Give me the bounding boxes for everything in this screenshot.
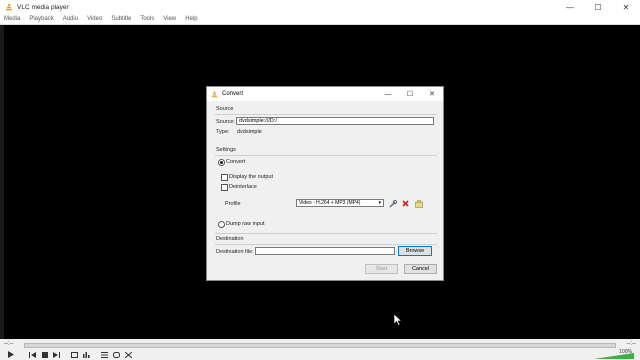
next-button[interactable] [52,350,61,359]
dialog-titlebar: Convert — ☐ ✕ [207,87,443,101]
deinterlace-label: Deinterlace [229,184,257,190]
play-button[interactable] [6,350,15,359]
time-total: --:-- [626,341,636,347]
loop-icon [113,351,120,358]
fullscreen-icon [71,351,78,358]
destination-separator [215,244,437,245]
maximize-button[interactable]: ☐ [584,0,612,14]
start-button[interactable]: Start [365,264,398,274]
destination-top-separator [215,233,437,234]
delete-profile-button[interactable] [401,199,410,208]
menu-tools[interactable]: Tools [136,16,159,22]
app-title: VLC media player [17,3,69,11]
menu-playback[interactable]: Playback [25,16,58,22]
deinterlace-checkbox[interactable] [221,184,228,191]
dialog-minimize-button[interactable]: — [377,87,399,101]
play-icon [8,351,14,358]
profile-select[interactable]: Video - H.264 + MP3 (MP4) ▾ [296,199,384,207]
destination-section-label: Destination [216,236,244,242]
volume-fill [594,353,634,359]
dump-raw-radio[interactable] [218,221,225,228]
type-value: dvdsimple [237,129,262,135]
time-elapsed: --:-- [4,341,14,347]
destination-file-label: Destination file: [216,249,254,255]
seek-bar-row: --:-- --:-- [0,339,640,349]
type-label: Type: [216,129,230,135]
convert-radio-label: Convert [226,159,246,165]
dump-raw-label: Dump raw input [226,221,265,227]
menu-view[interactable]: View [159,16,181,22]
menu-bar: Media Playback Audio Video Subtitle Tool… [0,14,640,25]
menu-subtitle[interactable]: Subtitle [107,16,136,22]
convert-dialog: Convert — ☐ ✕ Source Source: dvdsimple:/… [206,86,444,281]
vlc-cone-icon [211,90,218,97]
previous-button[interactable] [28,350,37,359]
delete-icon [402,200,409,207]
playlist-icon [101,351,108,358]
profile-select-value: Video - H.264 + MP3 (MP4) [299,200,361,206]
source-field[interactable]: dvdsimple:///D:/ [236,117,434,125]
settings-separator [215,155,437,156]
wrench-icon [389,199,397,207]
menu-media[interactable]: Media [0,16,25,22]
mouse-cursor-icon [394,314,402,326]
shuffle-icon [125,351,132,358]
stop-icon [41,351,48,358]
menu-audio[interactable]: Audio [59,16,83,22]
new-profile-button[interactable] [414,199,423,208]
shuffle-button[interactable] [124,350,133,359]
cancel-button[interactable]: Cancel [404,264,437,274]
playlist-button[interactable] [100,350,109,359]
dialog-close-button[interactable]: ✕ [421,87,443,101]
playback-controls: 100% [0,349,640,360]
video-left-edge [0,25,4,339]
menu-video[interactable]: Video [83,16,107,22]
edit-profile-button[interactable] [388,199,397,208]
source-separator [215,114,437,115]
settings-section-label: Settings [216,147,236,153]
dialog-title: Convert [222,91,244,97]
vlc-cone-icon [5,3,13,11]
profile-label: Profile [225,201,241,207]
menu-help[interactable]: Help [181,16,202,22]
new-profile-icon [414,199,423,208]
volume-slider[interactable] [594,353,634,359]
main-titlebar: VLC media player — ☐ ✕ [0,0,640,14]
display-output-label: Display the output [229,174,274,180]
browse-button[interactable]: Browse [398,246,432,256]
previous-icon [29,351,36,358]
fullscreen-button[interactable] [70,350,79,359]
source-label: Source: [216,119,235,125]
convert-radio[interactable] [218,159,225,166]
equalizer-icon [83,351,90,358]
display-output-checkbox[interactable] [221,174,228,181]
close-button[interactable]: ✕ [612,0,640,14]
next-icon [53,351,60,358]
source-section-label: Source [216,106,234,112]
extended-settings-button[interactable] [82,350,91,359]
chevron-down-icon: ▾ [378,200,381,206]
destination-file-input[interactable] [255,247,395,255]
minimize-button[interactable]: — [556,0,584,14]
dialog-maximize-button[interactable]: ☐ [399,87,421,101]
stop-button[interactable] [40,350,49,359]
seek-slider[interactable] [24,343,616,348]
loop-button[interactable] [112,350,121,359]
